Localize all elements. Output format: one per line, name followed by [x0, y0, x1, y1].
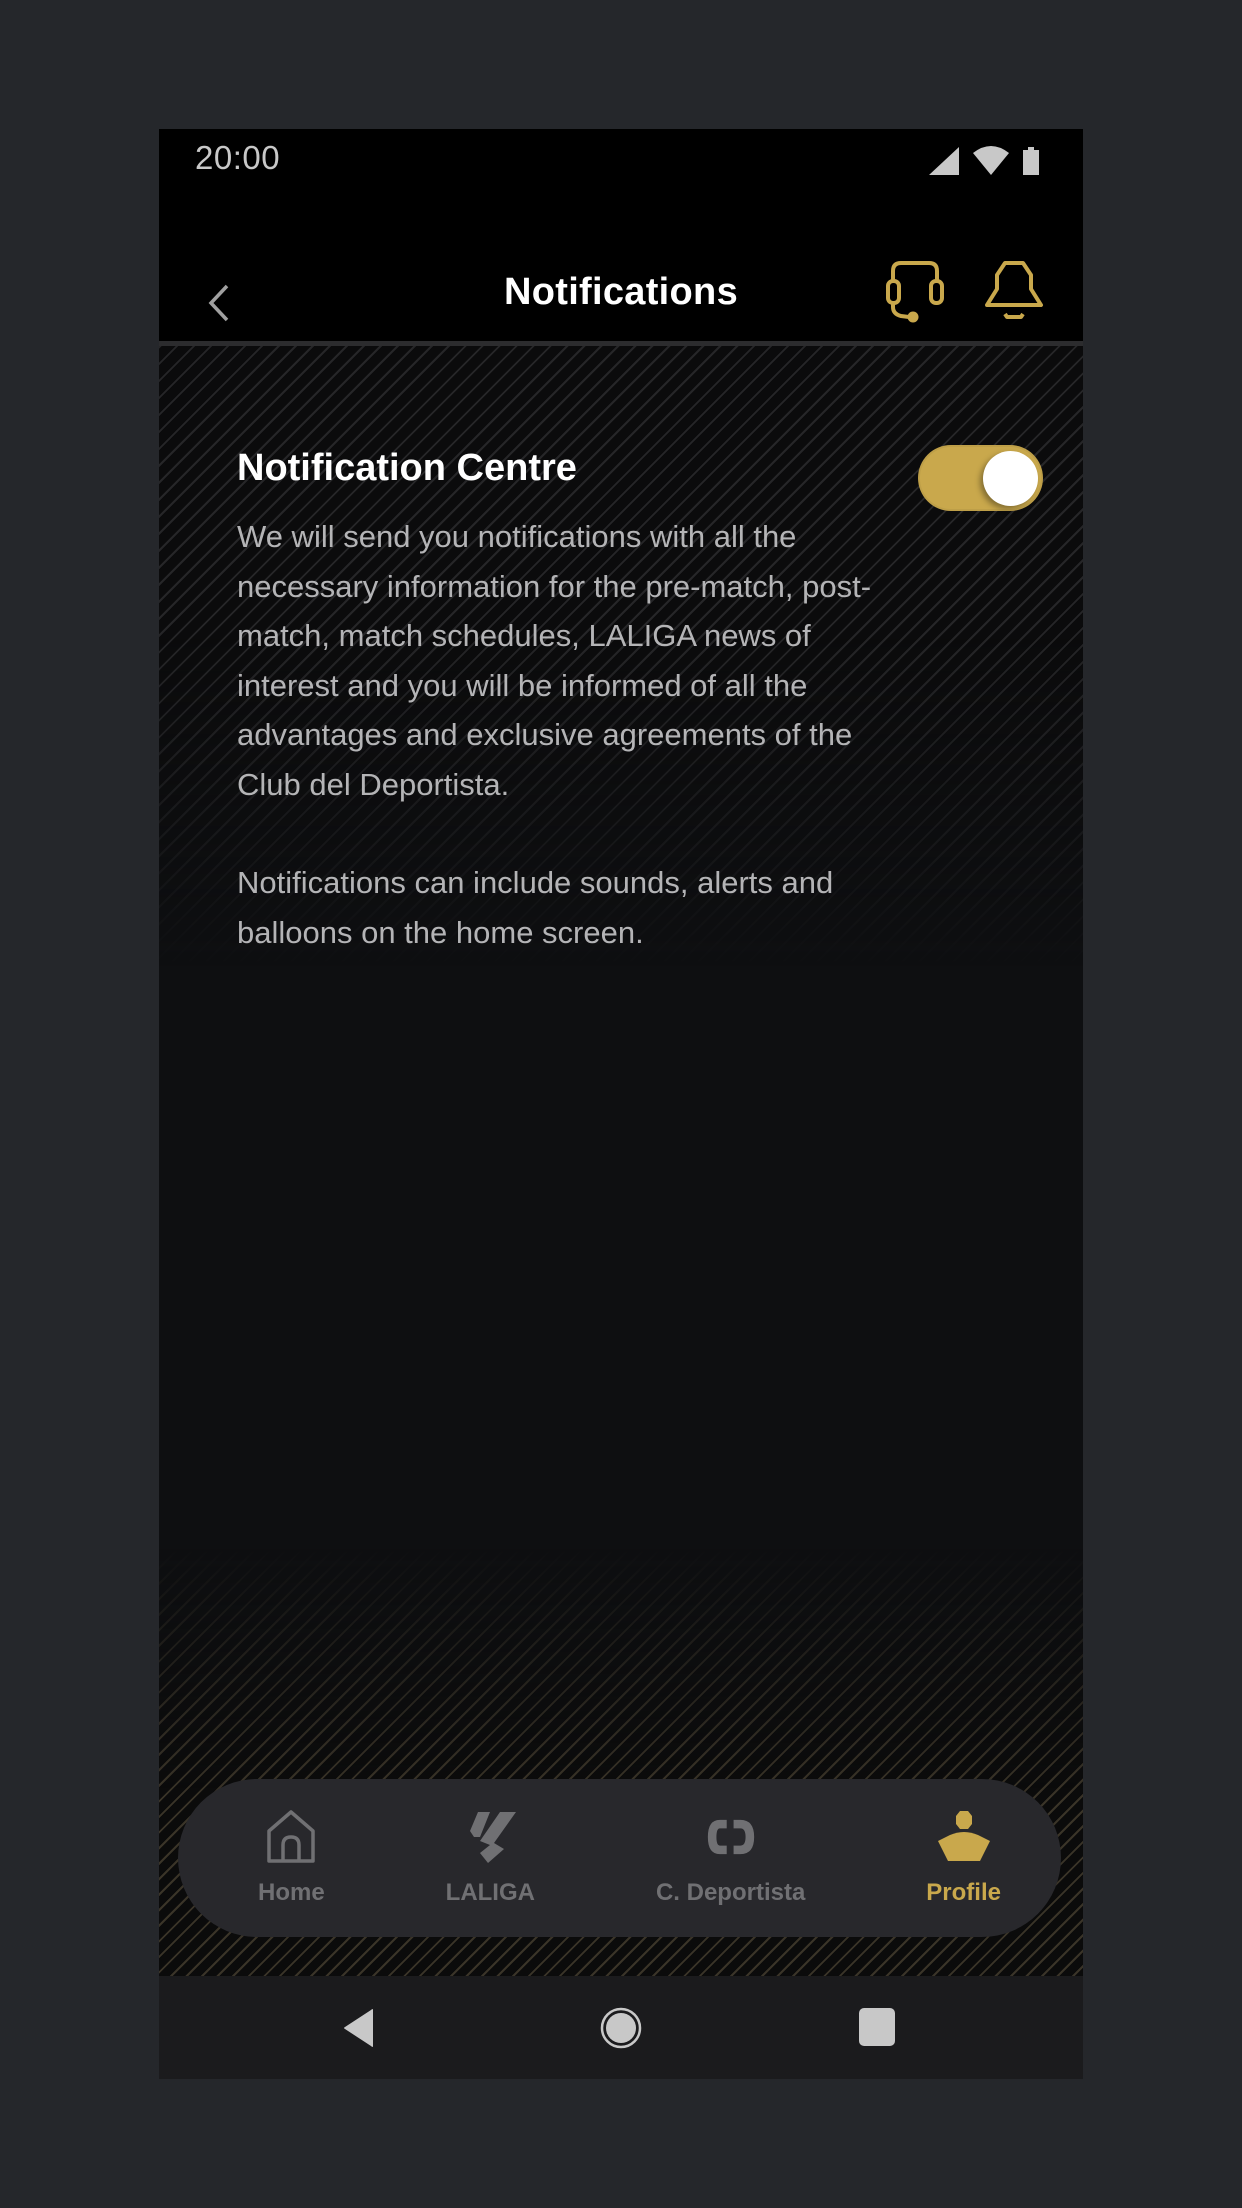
signal-icon	[929, 147, 959, 175]
section-title: Notification Centre	[237, 447, 577, 489]
system-navigation-bar	[159, 1976, 1083, 2079]
tab-club-deportista[interactable]: C. Deportista	[656, 1779, 805, 1937]
tab-home[interactable]: Home	[258, 1779, 325, 1937]
battery-icon	[1023, 147, 1039, 175]
laliga-logo-icon	[470, 1812, 517, 1863]
status-bar: 20:00	[159, 129, 1083, 229]
tab-label: LALIGA	[445, 1879, 535, 1906]
system-recents-button[interactable]	[859, 2008, 895, 2051]
description-text: We will send you notifications with all …	[237, 519, 872, 802]
toggle-knob	[983, 451, 1038, 506]
tab-label: C. Deportista	[655, 1879, 806, 1906]
tab-laliga[interactable]: LALIGA	[446, 1779, 535, 1937]
status-time: 20:00	[195, 139, 281, 176]
profile-icon	[937, 1811, 990, 1861]
wifi-icon	[973, 146, 1009, 175]
bell-icon	[985, 261, 1043, 319]
tab-label: Profile	[926, 1879, 1001, 1906]
app-bar: Notifications	[159, 229, 1083, 341]
support-button[interactable]	[885, 259, 945, 323]
notification-centre-toggle[interactable]	[918, 445, 1043, 511]
home-circle-icon	[600, 2007, 642, 2049]
tab-profile[interactable]: Profile	[926, 1779, 1001, 1937]
status-icons	[929, 145, 1039, 175]
system-home-button[interactable]	[599, 2006, 643, 2055]
notification-centre-section: Notification Centre We will send you not…	[237, 446, 997, 957]
tab-label: Home	[258, 1879, 325, 1906]
notifications-bell-button[interactable]	[983, 259, 1045, 323]
home-icon	[267, 1810, 316, 1863]
club-deportista-icon	[707, 1819, 754, 1855]
back-triangle-icon	[344, 2009, 373, 2047]
note-text: Notifications can include sounds, alerts…	[237, 865, 834, 950]
system-back-button[interactable]	[343, 2008, 375, 2053]
recents-square-icon	[859, 2008, 895, 2046]
phone-screen: 20:00 Notifications Notification Centre …	[159, 129, 1083, 2079]
bottom-tab-bar: Home LALIGA C. Deportista Profile	[178, 1779, 1061, 1937]
headset-icon	[886, 261, 944, 323]
app-bar-divider	[159, 341, 1083, 346]
